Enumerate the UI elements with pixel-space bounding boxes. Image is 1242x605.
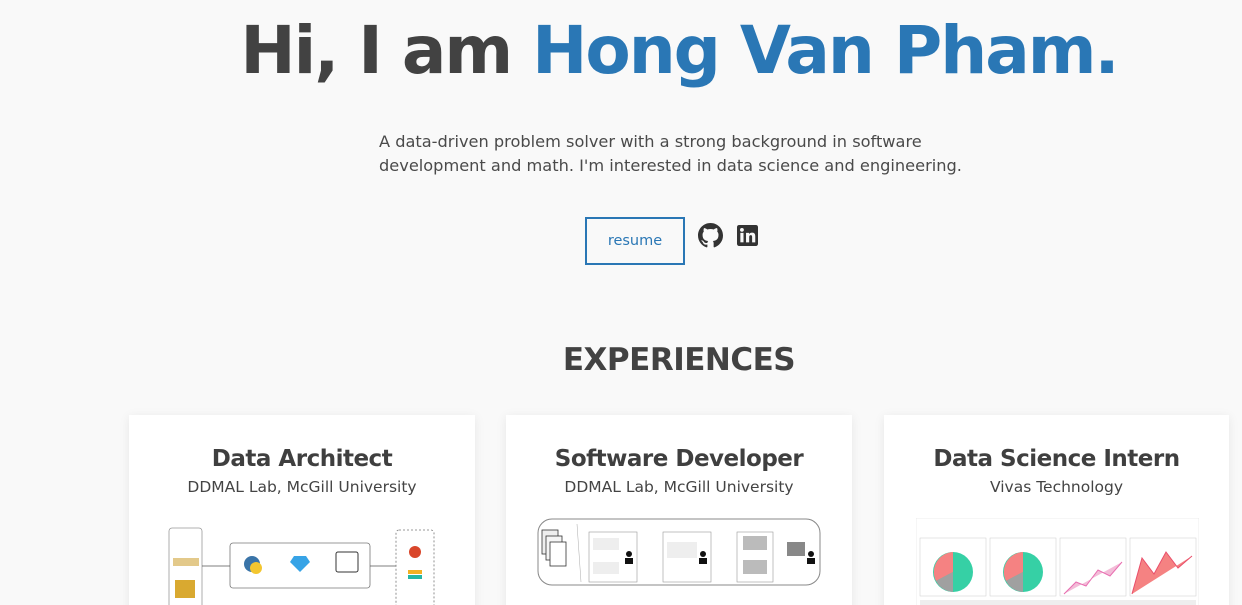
experience-card-data-architect[interactable]: Data Architect DDMAL Lab, McGill Univers… xyxy=(129,415,475,605)
linkedin-link[interactable] xyxy=(737,225,758,246)
dashboard-thumbnail xyxy=(916,518,1199,605)
intro-line-1: A data-driven problem solver with a stro… xyxy=(379,132,922,151)
intro-line-2: development and math. I'm interested in … xyxy=(379,156,962,175)
experience-organization: Vivas Technology xyxy=(989,478,1124,496)
hero-title: Hi, I am Hong Van Pham. xyxy=(0,12,1242,89)
resume-button[interactable]: resume xyxy=(585,217,685,265)
experiences-heading: EXPERIENCES xyxy=(562,342,796,378)
pipeline-diagram-thumbnail xyxy=(164,518,442,605)
hero-name: Hong Van Pham. xyxy=(532,12,1119,89)
experience-organization: DDMAL Lab, McGill University xyxy=(187,478,417,496)
github-link[interactable] xyxy=(698,223,723,248)
experience-title: Software Developer xyxy=(554,446,804,472)
experience-title: Data Architect xyxy=(211,446,393,472)
experience-organization: DDMAL Lab, McGill University xyxy=(564,478,794,496)
experience-card-data-science-intern[interactable]: Data Science Intern Vivas Technology xyxy=(884,415,1229,605)
hero-greeting: Hi, I am xyxy=(240,12,533,89)
experience-title: Data Science Intern xyxy=(933,446,1180,472)
linkedin-icon xyxy=(737,225,758,246)
experience-card-software-developer[interactable]: Software Developer DDMAL Lab, McGill Uni… xyxy=(506,415,852,605)
github-icon xyxy=(698,223,723,248)
intro-text: A data-driven problem solver with a stro… xyxy=(379,130,979,178)
workflow-diagram-thumbnail xyxy=(537,518,821,586)
